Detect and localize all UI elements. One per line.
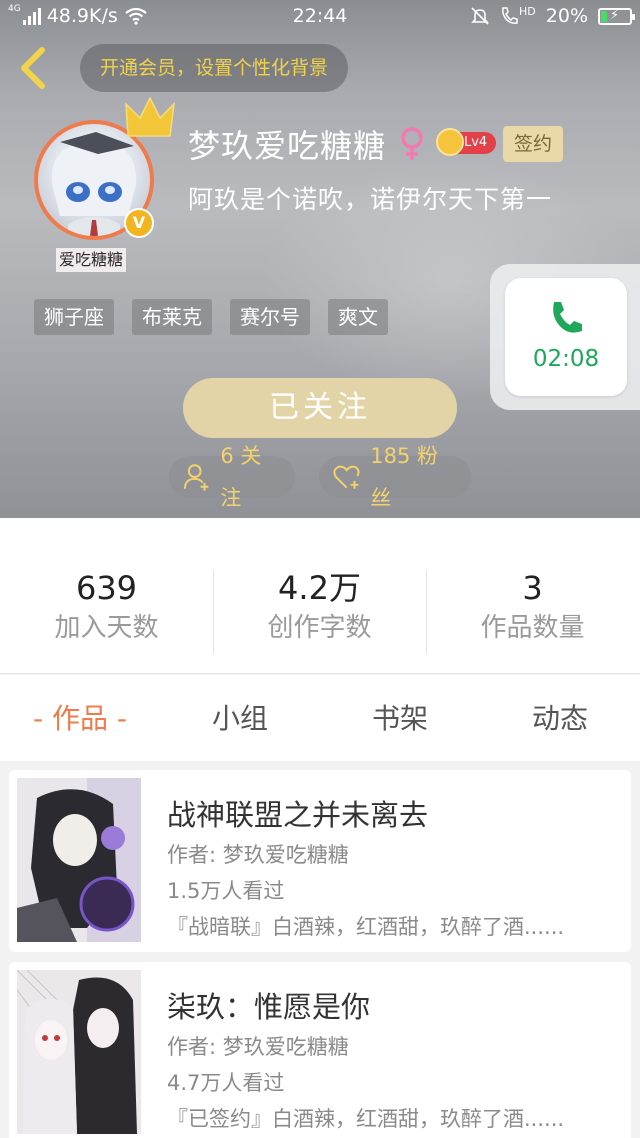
signed-author-tag: 签约 xyxy=(503,126,563,162)
add-user-icon xyxy=(183,464,209,491)
hd-tag: HD xyxy=(519,5,536,18)
stat-label: 作品数量 xyxy=(480,613,585,643)
phone-status-icon xyxy=(502,7,518,24)
profile-tabs: - 作品 - 小组 书架 动态 xyxy=(0,675,640,761)
fans-chip[interactable]: 185 粉丝 xyxy=(319,444,471,510)
battery-percent: 20% xyxy=(545,5,588,27)
fans-count: 185 粉丝 xyxy=(370,444,439,510)
tag-list: 狮子座 布莱克 赛尔号 爽文 xyxy=(34,299,388,335)
stat-value: 3 xyxy=(522,569,543,607)
book-description: 『已签约』白酒辣，红酒甜，玖醉了酒...... xyxy=(167,1107,565,1131)
list-item[interactable]: 柒玖：惟愿是你 作者: 梦玖爱吃糖糖 4.7万人看过 『已签约』白酒辣，红酒甜，… xyxy=(9,962,631,1138)
tab-works[interactable]: - 作品 - xyxy=(0,697,160,741)
book-author: 作者: 梦玖爱吃糖糖 xyxy=(167,1035,349,1059)
phone-icon xyxy=(553,302,582,333)
tag-item[interactable]: 赛尔号 xyxy=(230,299,310,335)
bio: 阿玖是个诺吹，诺伊尔天下第一 xyxy=(188,185,553,214)
profile-header: 4G 48.9K/s 22:44 HD 20% ⚡ 开通会员，设置个性化背景 V… xyxy=(0,0,640,518)
avatar-caption: 爱吃糖糖 xyxy=(56,248,127,272)
level-badge: Lv4 xyxy=(436,128,496,156)
cover-illustration xyxy=(17,970,141,1134)
hd-call-indicator: HD xyxy=(500,6,536,26)
battery-fill xyxy=(601,10,607,22)
heart-plus-icon xyxy=(333,465,360,489)
stat-word-count: 4.2万 创作字数 xyxy=(213,568,426,648)
following-chip[interactable]: 6 关注 xyxy=(169,444,295,510)
book-cover xyxy=(17,970,141,1134)
stat-value: 639 xyxy=(75,569,138,607)
tab-activity[interactable]: 动态 xyxy=(480,697,640,741)
tag-item[interactable]: 布莱克 xyxy=(132,299,212,335)
book-cover xyxy=(17,778,141,942)
book-description: 『战暗联』白酒辣，红酒甜，玖醉了酒...... xyxy=(167,915,565,939)
tab-groups[interactable]: 小组 xyxy=(160,697,320,741)
stat-value: 4.2万 xyxy=(278,569,361,607)
cover-illustration xyxy=(17,778,141,942)
book-views: 4.7万人看过 xyxy=(167,1071,285,1095)
tag-item[interactable]: 爽文 xyxy=(328,299,388,335)
stat-label: 创作字数 xyxy=(267,613,372,643)
book-title: 柒玖：惟愿是你 xyxy=(167,990,371,1024)
tag-item[interactable]: 狮子座 xyxy=(34,299,114,335)
book-views: 1.5万人看过 xyxy=(167,879,285,903)
stat-works-count: 3 作品数量 xyxy=(426,568,639,648)
vip-banner-button[interactable]: 开通会员，设置个性化背景 xyxy=(80,44,349,92)
call-duration: 02:08 xyxy=(532,346,600,372)
following-count: 6 关注 xyxy=(220,444,262,510)
back-button[interactable] xyxy=(16,44,52,92)
username: 梦玖爱吃糖糖 xyxy=(188,127,387,165)
chevron-left-icon xyxy=(21,47,45,89)
stat-join-days: 639 加入天数 xyxy=(0,568,213,648)
female-icon xyxy=(401,127,423,160)
level-crown-icon xyxy=(436,128,464,156)
charging-icon: ⚡ xyxy=(610,7,620,23)
book-title: 战神联盟之并未离去 xyxy=(167,798,429,832)
stats-row: 639 加入天数 4.2万 创作字数 3 作品数量 xyxy=(0,518,640,674)
follow-button[interactable]: 已关注 xyxy=(183,378,457,438)
mute-bell-icon xyxy=(471,7,489,25)
book-author: 作者: 梦玖爱吃糖糖 xyxy=(167,843,349,867)
stat-label: 加入天数 xyxy=(54,613,159,643)
tab-bookshelf[interactable]: 书架 xyxy=(320,697,480,741)
crown-icon xyxy=(125,96,176,137)
verified-badge: V xyxy=(124,208,154,238)
list-item[interactable]: 战神联盟之并未离去 作者: 梦玖爱吃糖糖 1.5万人看过 『战暗联』白酒辣，红酒… xyxy=(9,770,631,952)
status-bar: 4G 48.9K/s 22:44 HD 20% ⚡ xyxy=(0,0,640,34)
battery-icon: ⚡ xyxy=(598,7,635,25)
